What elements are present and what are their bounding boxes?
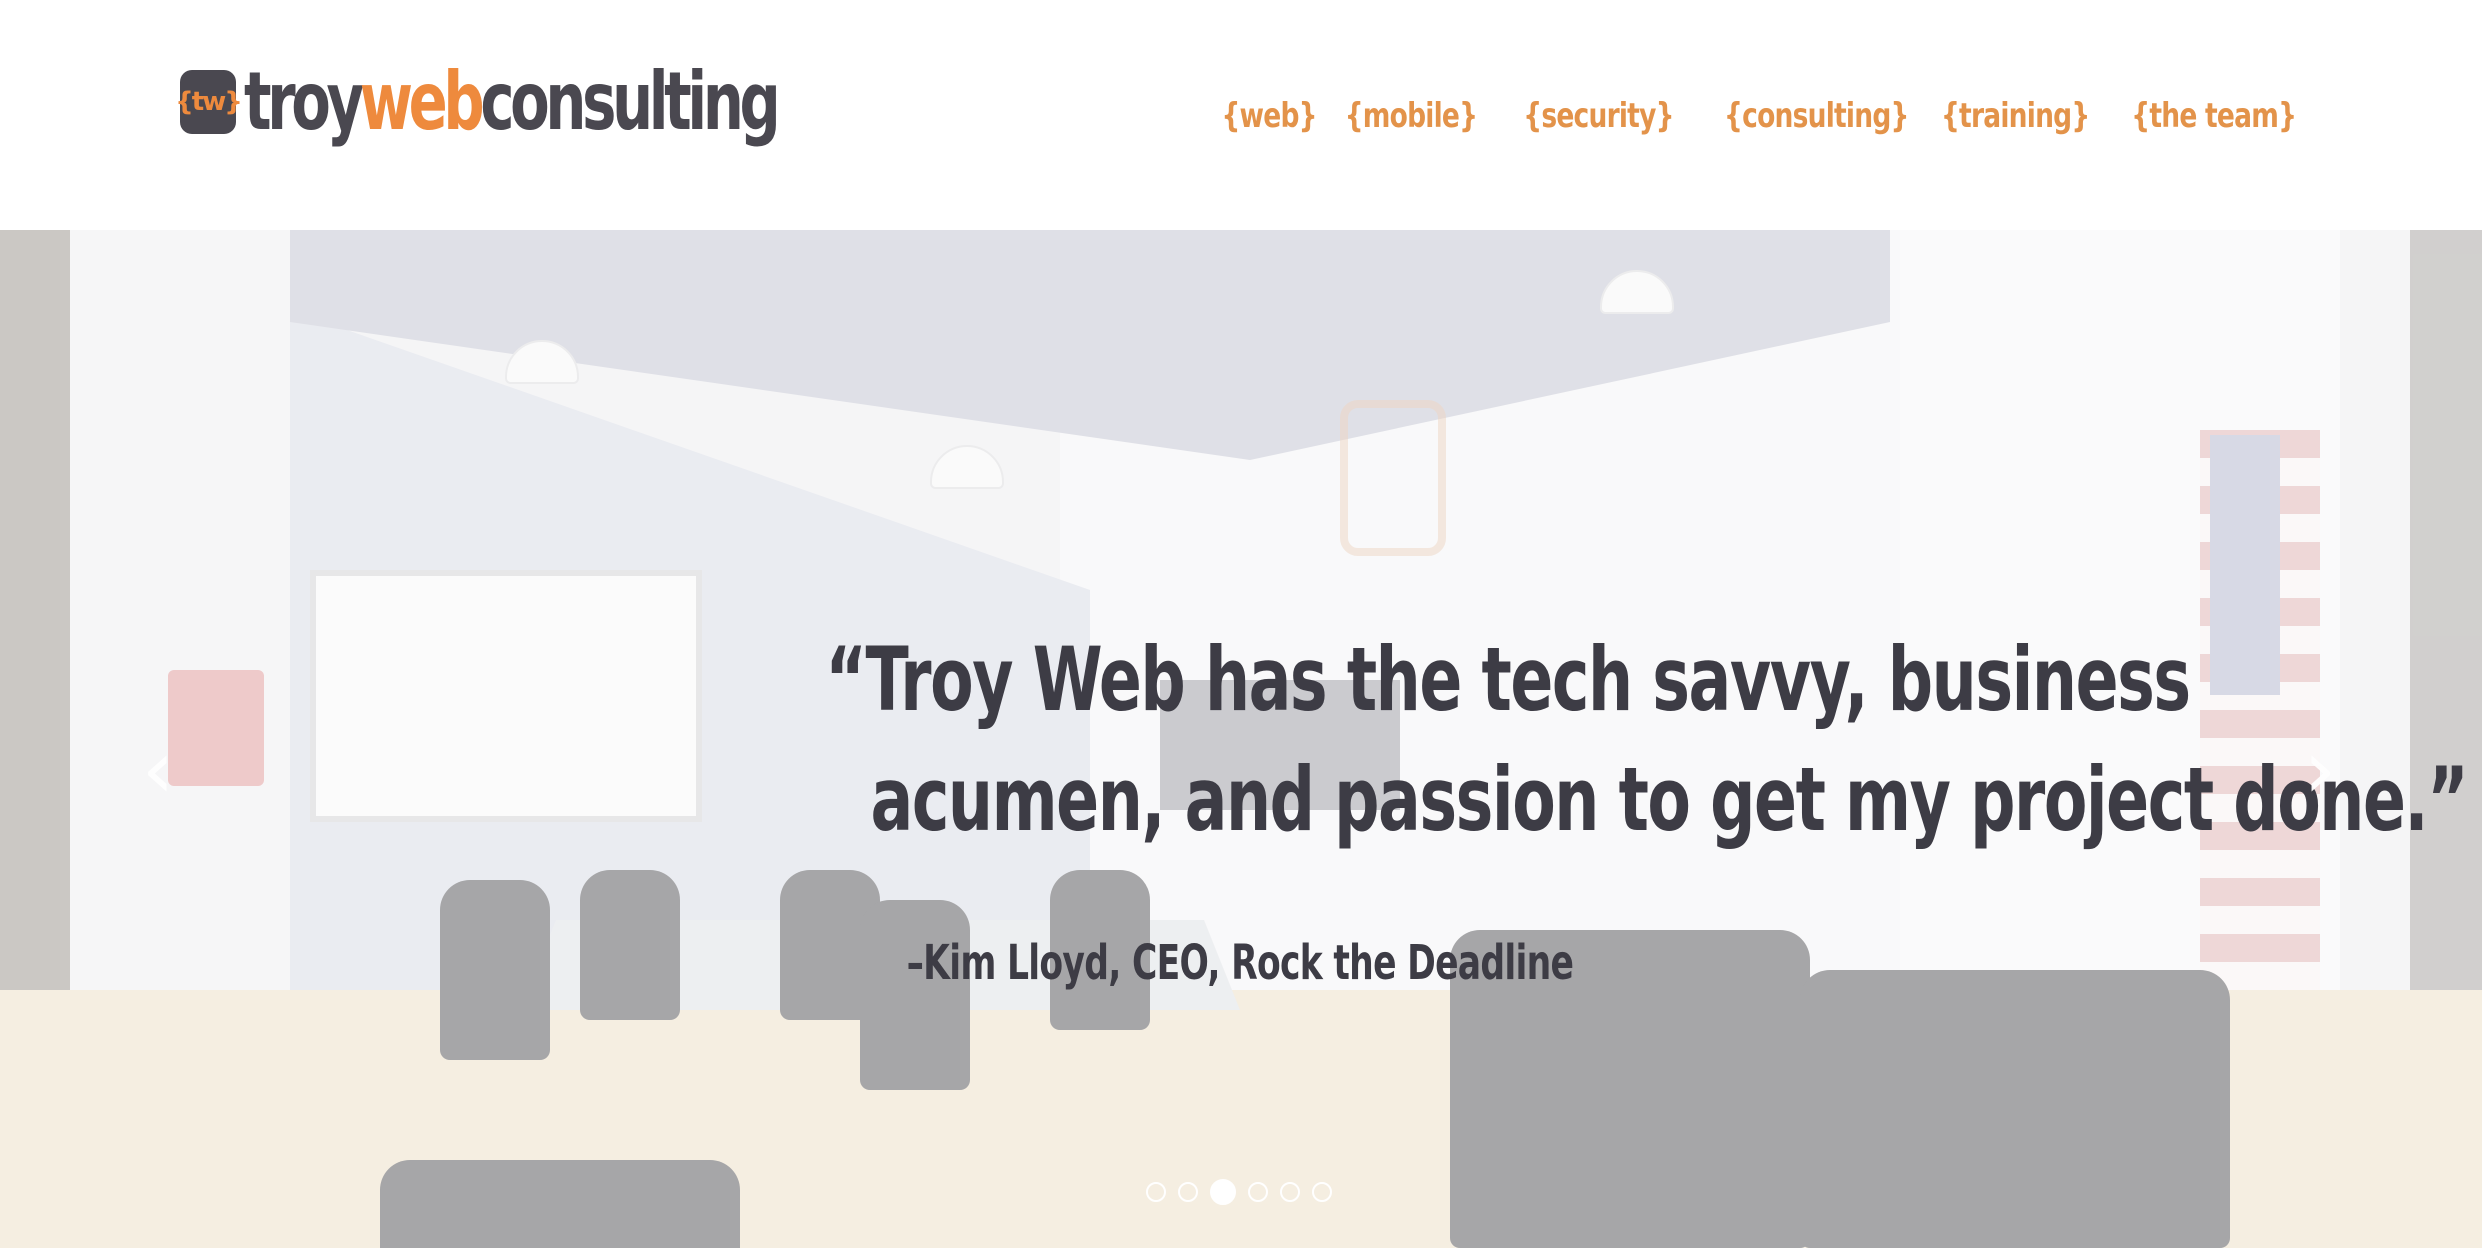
page: {tw} troywebconsulting {web} {mobile} {s… (0, 0, 2482, 1248)
nav-item-consulting[interactable]: {consulting} (1718, 96, 1915, 136)
carousel-dot-6[interactable] (1312, 1182, 1332, 1202)
carousel-dot-3[interactable] (1210, 1179, 1236, 1205)
carousel-prev-button[interactable]: ‹ (128, 730, 188, 810)
carousel-dot-5[interactable] (1280, 1182, 1300, 1202)
attribution-text: –Kim Lloyd, CEO, Rock the Deadline (906, 935, 1574, 991)
nav-item-training[interactable]: {training} (1935, 96, 2096, 136)
logo-wordmark: troywebconsulting (244, 62, 781, 142)
logo-word-web: web (359, 55, 485, 148)
carousel-dot-2[interactable] (1178, 1182, 1198, 1202)
logo-badge-icon: {tw} (175, 70, 243, 134)
testimonial-attribution: –Kim Lloyd, CEO, Rock the Deadline (760, 935, 1720, 991)
nav-item-security[interactable]: {security} (1517, 96, 1680, 136)
carousel-dot-1[interactable] (1146, 1182, 1166, 1202)
carousel-dot-4[interactable] (1248, 1182, 1268, 1202)
testimonial-quote: “Troy Web has the tech savvy, business a… (560, 620, 2468, 860)
quote-line-1: “Troy Web has the tech savvy, business (825, 628, 2191, 731)
site-header: {tw} troywebconsulting {web} {mobile} {s… (0, 0, 2482, 230)
site-logo[interactable]: {tw} troywebconsulting (175, 52, 983, 152)
carousel-next-button[interactable]: › (2290, 730, 2350, 810)
chevron-left-icon: ‹ (142, 723, 174, 816)
nav-item-mobile[interactable]: {mobile} (1338, 96, 1483, 136)
logo-word-consulting: consulting (480, 55, 780, 148)
chevron-right-icon: › (2304, 723, 2336, 816)
nav-item-web[interactable]: {web} (1215, 96, 1323, 136)
nav-item-the-team[interactable]: {the team} (2125, 96, 2302, 136)
main-nav: {web} {mobile} {security} {consulting} {… (1200, 96, 2297, 136)
quote-line-2: acumen, and passion to get my project do… (870, 748, 2468, 851)
carousel-indicators (1146, 1179, 1332, 1205)
hero-carousel: “Troy Web has the tech savvy, business a… (0, 230, 2482, 1248)
logo-word-troy: troy (244, 55, 364, 148)
